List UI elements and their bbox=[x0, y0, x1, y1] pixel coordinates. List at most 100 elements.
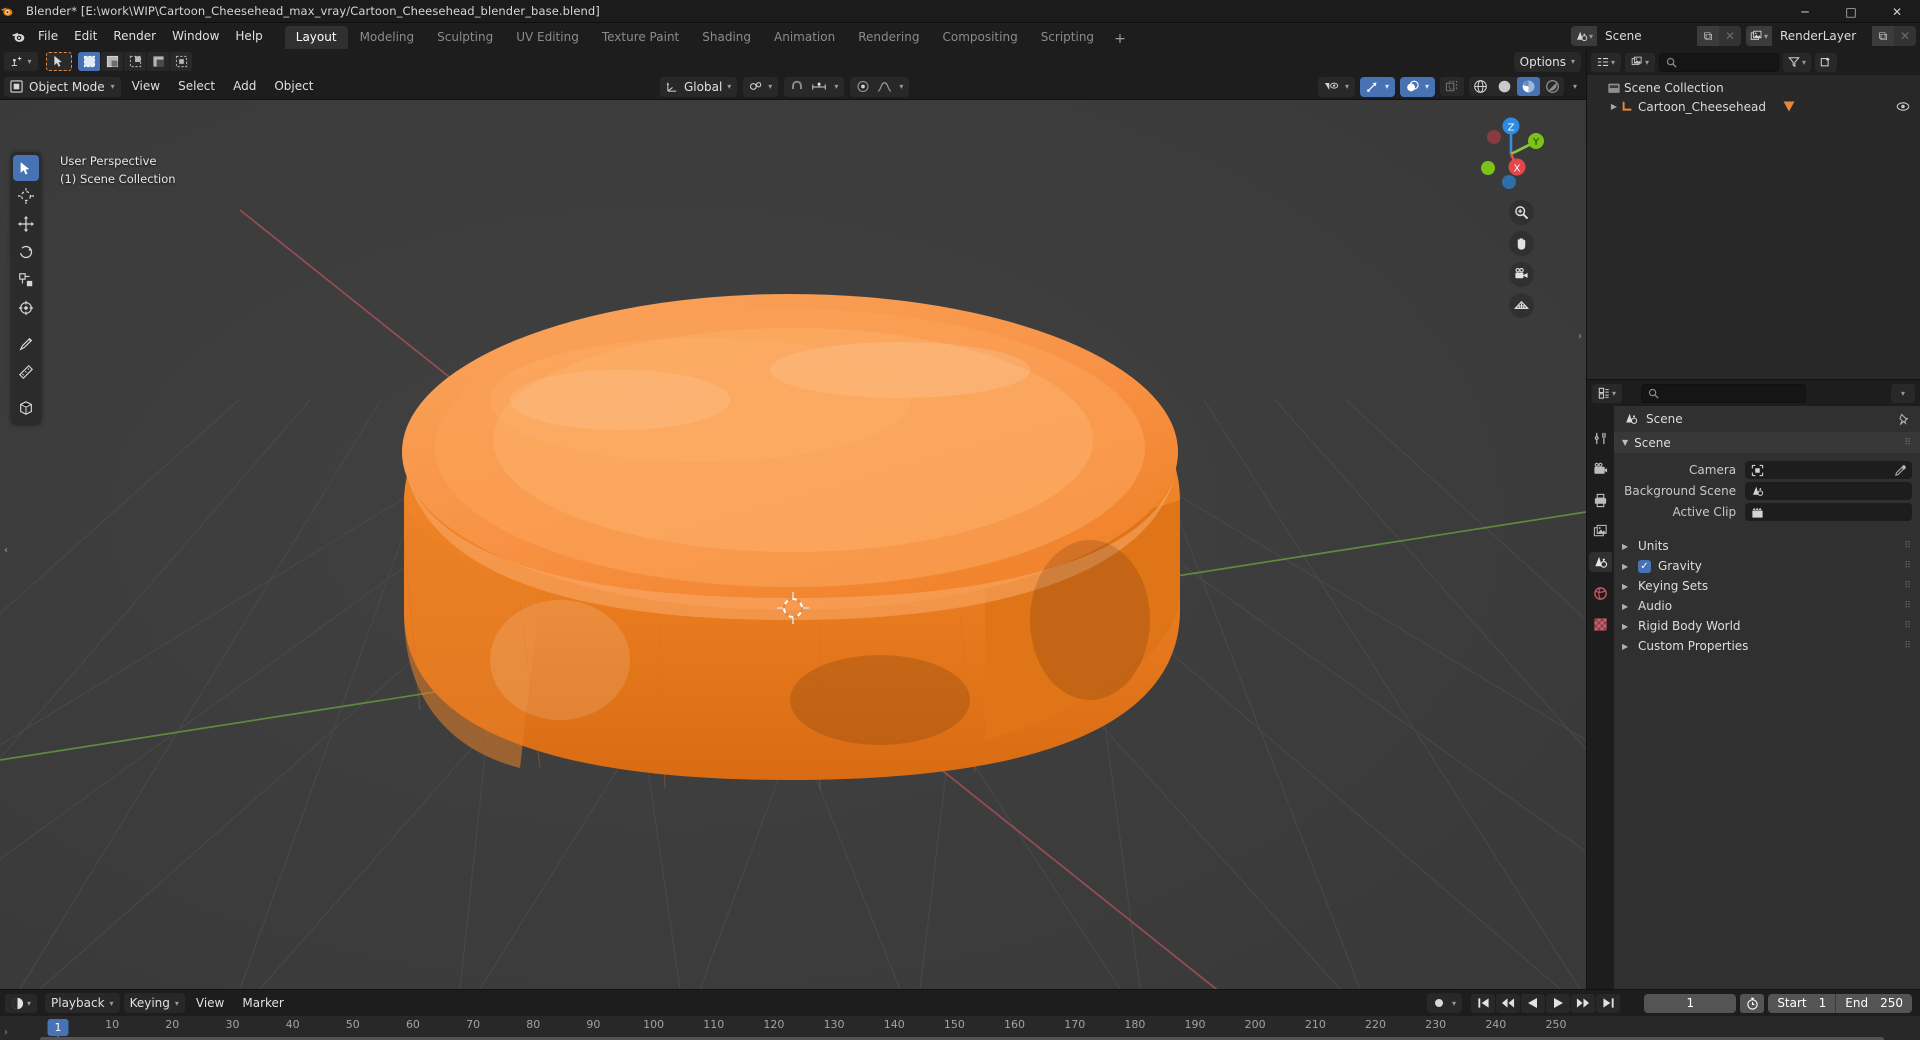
shading-rendered-icon[interactable] bbox=[1541, 77, 1564, 96]
unlink-scene-button[interactable]: ✕ bbox=[1719, 26, 1741, 46]
panel-keying-sets[interactable]: ▶ Keying Sets ⠿ bbox=[1614, 576, 1920, 596]
panel-drag-dots[interactable]: ⠿ bbox=[1904, 601, 1912, 611]
select-invert-icon[interactable] bbox=[147, 52, 169, 71]
properties-search-input[interactable] bbox=[1641, 383, 1806, 403]
keying-dropdown[interactable]: Keying ▾ bbox=[123, 993, 185, 1013]
tab-modeling[interactable]: Modeling bbox=[349, 26, 426, 49]
tab-sculpting[interactable]: Sculpting bbox=[426, 26, 504, 49]
panel-audio[interactable]: ▶ Audio ⠿ bbox=[1614, 596, 1920, 616]
scene-name-field[interactable]: Scene bbox=[1597, 26, 1697, 46]
mode-selector[interactable]: Object Mode ▾ bbox=[4, 76, 121, 97]
outliner-row-scene-collection[interactable]: Scene Collection bbox=[1587, 78, 1920, 97]
close-button[interactable]: ✕ bbox=[1874, 0, 1920, 23]
background-scene-field[interactable] bbox=[1745, 482, 1912, 500]
panel-drag-dots[interactable]: ⠿ bbox=[1904, 581, 1912, 591]
eye-icon[interactable] bbox=[1896, 101, 1910, 112]
select-extend-icon[interactable] bbox=[101, 52, 123, 71]
3d-viewport[interactable]: User Perspective (1) Scene Collection Z … bbox=[0, 100, 1586, 989]
select-intersect-icon[interactable] bbox=[170, 52, 192, 71]
properties-tab-output[interactable] bbox=[1589, 490, 1612, 510]
remove-view-layer-button[interactable]: ✕ bbox=[1894, 26, 1916, 46]
timeline-ruler[interactable]: › 10 20 30 40 50 60 70 80 90 100 110 120 130 140 150 16… bbox=[0, 1016, 1920, 1040]
menu-help[interactable]: Help bbox=[227, 26, 270, 46]
pin-icon[interactable] bbox=[1897, 412, 1910, 426]
tab-animation[interactable]: Animation bbox=[763, 26, 846, 49]
menu-window[interactable]: Window bbox=[164, 26, 227, 46]
panel-units[interactable]: ▶ Units ⠿ bbox=[1614, 536, 1920, 556]
camera-field[interactable] bbox=[1745, 461, 1912, 479]
filter-icon[interactable]: ▾ bbox=[1783, 52, 1811, 72]
snap-target-dropdown[interactable]: ▾ bbox=[743, 76, 779, 97]
minimize-button[interactable]: ─ bbox=[1782, 0, 1828, 23]
properties-tab-render[interactable] bbox=[1589, 459, 1612, 479]
auto-keying-toggle[interactable]: ▾ bbox=[1426, 993, 1462, 1013]
tab-compositing[interactable]: Compositing bbox=[931, 26, 1028, 49]
outliner-row-object[interactable]: ▶ Cartoon_Cheesehead bbox=[1587, 97, 1920, 116]
scene-selector[interactable]: ▾ Scene ⧉ ✕ bbox=[1571, 26, 1741, 46]
transform-tool-icon[interactable] bbox=[13, 295, 39, 321]
panel-custom-properties[interactable]: ▶ Custom Properties ⠿ bbox=[1614, 636, 1920, 656]
viewport-menu-object[interactable]: Object bbox=[267, 77, 320, 96]
end-frame-group[interactable]: End 250 bbox=[1836, 994, 1912, 1013]
outliner-tree[interactable]: Scene Collection ▶ Cartoon_Cheesehead bbox=[1587, 75, 1920, 379]
pan-hand-icon[interactable] bbox=[1509, 231, 1534, 256]
menu-edit[interactable]: Edit bbox=[66, 26, 105, 46]
view-layer-name-field[interactable]: RenderLayer bbox=[1772, 26, 1872, 46]
overlays-toggle-group[interactable]: ▾ bbox=[1399, 76, 1435, 97]
new-scene-button[interactable]: ⧉ bbox=[1697, 26, 1719, 46]
frame-range-field[interactable]: Start 1 End 250 bbox=[1768, 993, 1912, 1013]
gizmo-toggle-group[interactable]: ▾ bbox=[1359, 76, 1395, 97]
transform-orientation-dropdown[interactable]: Global ▾ bbox=[660, 76, 738, 97]
playhead-badge[interactable]: 1 bbox=[47, 1019, 69, 1036]
panel-rigid-body-world[interactable]: ▶ Rigid Body World ⠿ bbox=[1614, 616, 1920, 636]
start-frame-group[interactable]: Start 1 bbox=[1768, 994, 1835, 1013]
object-visibility-dropdown[interactable]: ▾ bbox=[1317, 76, 1355, 97]
tweak-select-tool-icon[interactable] bbox=[13, 155, 39, 181]
shading-wireframe-icon[interactable] bbox=[1469, 77, 1492, 96]
outliner-display-icon[interactable]: ▾ bbox=[1625, 52, 1655, 72]
jump-end-icon[interactable] bbox=[1596, 993, 1620, 1013]
current-frame-field[interactable]: 1 bbox=[1644, 993, 1737, 1013]
cursor-tool-icon[interactable] bbox=[13, 183, 39, 209]
toggle-ortho-icon[interactable] bbox=[1509, 293, 1534, 318]
options-dropdown[interactable]: Options ▾ bbox=[1513, 51, 1581, 72]
tab-scripting[interactable]: Scripting bbox=[1030, 26, 1105, 49]
jump-start-icon[interactable] bbox=[1471, 993, 1495, 1013]
proportional-editing-group[interactable]: ▾ bbox=[850, 76, 910, 97]
playback-dropdown[interactable]: Playback ▾ bbox=[45, 993, 120, 1013]
tab-uv-editing[interactable]: UV Editing bbox=[505, 26, 590, 49]
scene-panel-header[interactable]: ▼ Scene ⠿ bbox=[1614, 432, 1920, 453]
panel-drag-dots[interactable]: ⠿ bbox=[1904, 641, 1912, 651]
shading-material-preview-icon[interactable] bbox=[1516, 77, 1540, 96]
right-region-toggle[interactable]: › bbox=[1578, 331, 1582, 342]
next-keyframe-icon[interactable] bbox=[1571, 993, 1595, 1013]
xray-toggle[interactable] bbox=[1439, 77, 1464, 96]
new-collection-icon[interactable] bbox=[1815, 52, 1837, 72]
active-tool-icon[interactable] bbox=[46, 52, 72, 71]
timeline-menu-marker[interactable]: Marker bbox=[235, 994, 290, 1013]
add-cube-tool-icon[interactable] bbox=[13, 395, 39, 421]
play-reverse-icon[interactable] bbox=[1521, 993, 1545, 1013]
zoom-icon[interactable] bbox=[1509, 200, 1534, 225]
move-tool-icon[interactable] bbox=[13, 211, 39, 237]
gravity-checkbox[interactable]: ✓ bbox=[1638, 559, 1651, 573]
expand-triangle-icon[interactable]: ▶ bbox=[1607, 102, 1621, 111]
tab-rendering[interactable]: Rendering bbox=[847, 26, 930, 49]
timeline-channels-toggle[interactable]: › bbox=[4, 1027, 8, 1038]
rotate-tool-icon[interactable] bbox=[13, 239, 39, 265]
viewport-menu-view[interactable]: View bbox=[125, 77, 167, 96]
timeline-menu-view[interactable]: View bbox=[189, 994, 231, 1013]
tab-layout[interactable]: Layout bbox=[284, 26, 348, 49]
timeline-editor-type-icon[interactable]: ▾ bbox=[5, 993, 37, 1013]
select-set-icon[interactable] bbox=[78, 52, 100, 71]
tab-shading[interactable]: Shading bbox=[691, 26, 762, 49]
viewport-menu-select[interactable]: Select bbox=[171, 77, 222, 96]
tab-texture-paint[interactable]: Texture Paint bbox=[591, 26, 690, 49]
maximize-button[interactable]: □ bbox=[1828, 0, 1874, 23]
snap-toggle-group[interactable]: ▾ bbox=[784, 76, 845, 97]
blender-menu-icon[interactable] bbox=[6, 29, 30, 44]
select-subtract-icon[interactable] bbox=[124, 52, 146, 71]
triangle-orange-icon[interactable] bbox=[1782, 100, 1796, 113]
properties-tab-scene[interactable] bbox=[1589, 552, 1612, 572]
properties-editor-type-icon[interactable]: ▾ bbox=[1592, 383, 1622, 403]
